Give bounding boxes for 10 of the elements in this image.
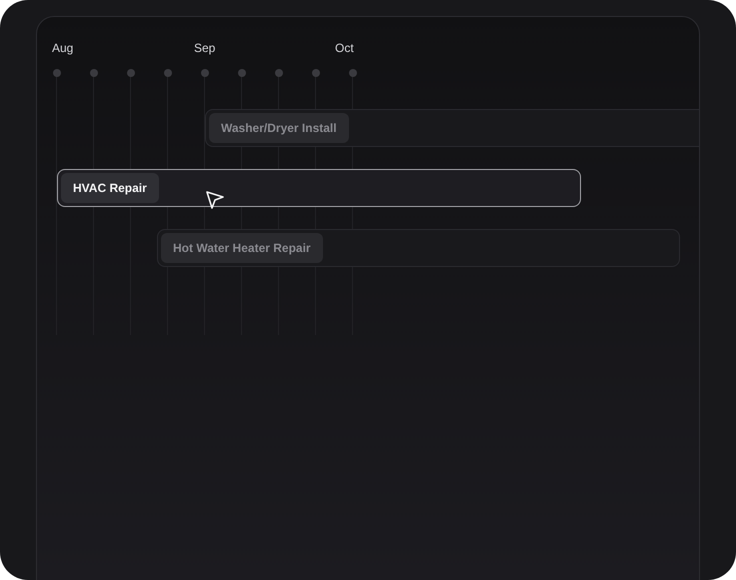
- cursor-icon: [205, 190, 225, 210]
- task-bar[interactable]: HVAC Repair: [57, 169, 581, 207]
- task-bar[interactable]: Hot Water Heater Repair: [157, 229, 680, 267]
- task-bar[interactable]: Washer/Dryer Install: [205, 109, 699, 147]
- month-label: Oct: [335, 41, 355, 55]
- task-label: Hot Water Heater Repair: [161, 233, 323, 263]
- month-label: Aug: [52, 41, 74, 55]
- task-label: HVAC Repair: [61, 173, 159, 203]
- month-label: Sep: [194, 41, 216, 55]
- task-label: Washer/Dryer Install: [209, 113, 349, 143]
